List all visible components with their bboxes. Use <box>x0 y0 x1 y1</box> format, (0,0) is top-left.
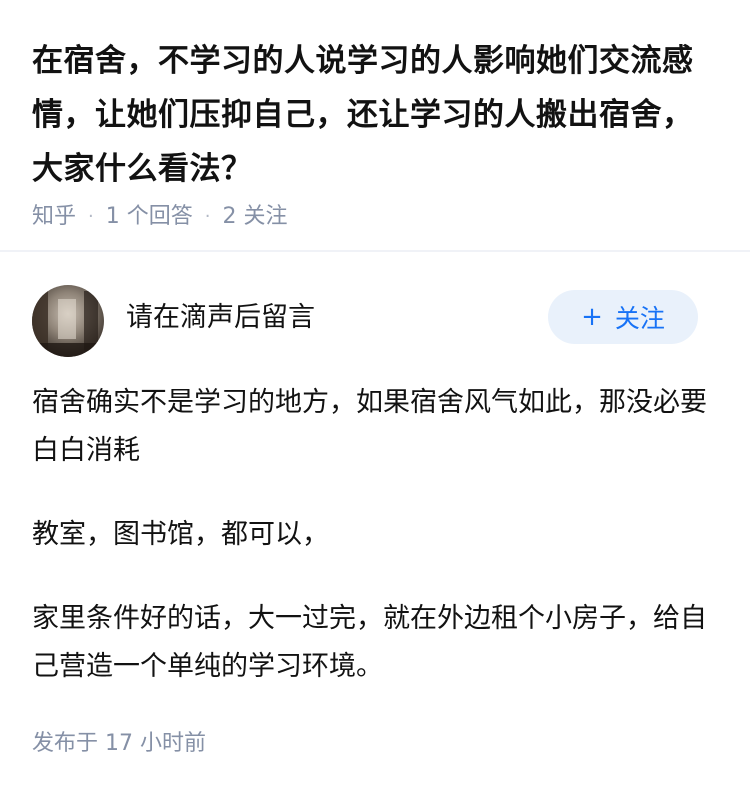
question-header: 在宿舍，不学习的人说学习的人影响她们交流感情，让她们压抑自己，还让学习的人搬出宿… <box>0 0 750 229</box>
separator-dot: · <box>88 206 94 227</box>
source-label[interactable]: 知乎 <box>32 202 76 232</box>
answer-paragraph: 宿舍确实不是学习的地方，如果宿舍风气如此，那没必要白白消耗 <box>32 387 707 466</box>
avatar[interactable] <box>32 285 104 357</box>
answer-paragraph: 教室，图书馆，都可以， <box>32 519 329 550</box>
plus-icon: + <box>581 302 603 332</box>
section-divider <box>0 250 750 252</box>
avatar-image <box>32 285 104 357</box>
author-name[interactable]: 请在滴声后留言 <box>126 295 315 334</box>
answer-card: 请在滴声后留言 + 关注 宿舍确实不是学习的地方，如果宿舍风气如此，那没必要白白… <box>0 285 750 757</box>
question-title[interactable]: 在宿舍，不学习的人说学习的人影响她们交流感情，让她们压抑自己，还让学习的人搬出宿… <box>32 34 718 196</box>
follow-count[interactable]: 2 关注 <box>222 202 287 232</box>
answer-content: 宿舍确实不是学习的地方，如果宿舍风气如此，那没必要白白消耗 教室，图书馆，都可以… <box>32 379 718 691</box>
publish-time: 发布于 17 小时前 <box>32 731 206 756</box>
author-row: 请在滴声后留言 + 关注 <box>32 285 718 357</box>
follow-button[interactable]: + 关注 <box>548 290 698 344</box>
question-meta: 知乎 · 1 个回答 · 2 关注 <box>32 202 718 232</box>
separator-dot: · <box>204 206 211 227</box>
answer-paragraph: 家里条件好的话，大一过完，就在外边租个小房子，给自己营造一个单纯的学习环境。 <box>32 603 707 682</box>
follow-button-label: 关注 <box>614 304 665 333</box>
answer-count[interactable]: 1 个回答 <box>106 202 193 232</box>
